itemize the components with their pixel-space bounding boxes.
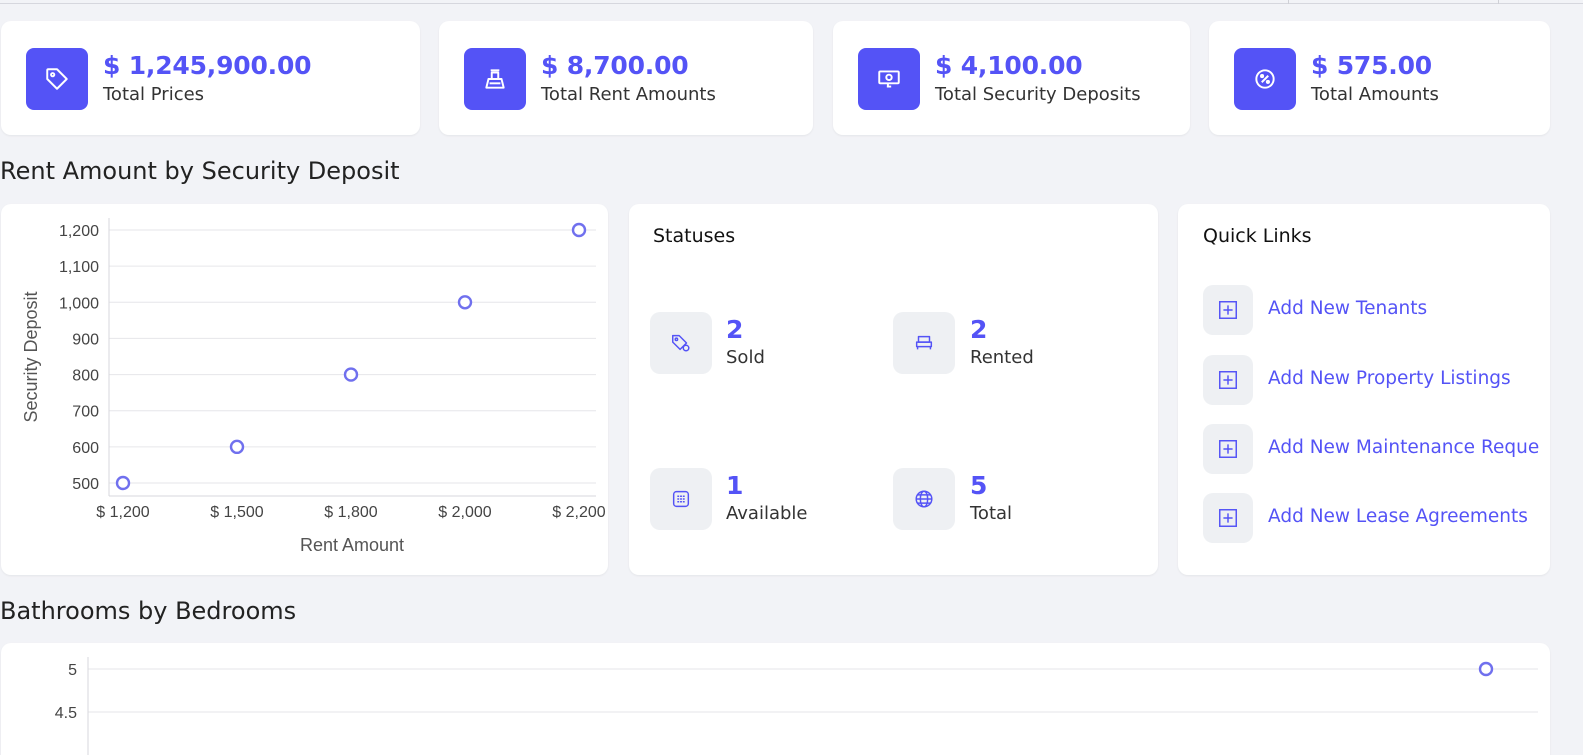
y-tick-label: 800 — [72, 368, 99, 385]
x-tick-label: $ 1,200 — [96, 504, 149, 521]
y-tick-label: 700 — [72, 404, 99, 421]
building-icon — [650, 468, 712, 530]
data-point — [229, 439, 245, 455]
y-tick-label: 5 — [68, 662, 77, 679]
bath-bed-scatter-chart: 54.5 — [55, 657, 1538, 755]
bath-bed-chart-card: 5 4.5 — [1, 643, 1550, 755]
stat-value: $ 1,245,900.00 — [103, 51, 312, 80]
stat-label: Total Rent Amounts — [541, 84, 716, 105]
quick-link-add-property-listings[interactable]: Add New Property Listings — [1268, 368, 1511, 389]
quick-links-card: Quick Links Add New Tenants Add New Prop… — [1178, 204, 1550, 575]
status-count-total: 5 — [970, 471, 988, 500]
y-tick-label: 500 — [72, 476, 99, 493]
y-tick-label: 4.5 — [55, 705, 77, 722]
stat-value: $ 4,100.00 — [935, 51, 1083, 80]
stat-value: $ 575.00 — [1311, 51, 1432, 80]
top-divider — [1288, 0, 1289, 4]
money-deposit-icon — [858, 48, 920, 110]
x-axis-label: Rent Amount — [300, 535, 404, 555]
status-label-available: Available — [726, 503, 808, 524]
top-divider — [1498, 0, 1499, 4]
status-label-total: Total — [970, 503, 1013, 524]
x-tick-label: $ 2,200 — [552, 504, 605, 521]
add-square-icon[interactable] — [1203, 355, 1253, 405]
price-tag-icon — [26, 48, 88, 110]
stat-label: Total Amounts — [1311, 84, 1439, 105]
quick-link-add-lease-agreements[interactable]: Add New Lease Agreements — [1268, 506, 1528, 527]
stat-card-total-rent: $ 8,700.00 Total Rent Amounts — [439, 21, 813, 135]
y-tick-label: 900 — [72, 331, 99, 348]
bed-icon — [893, 312, 955, 374]
percent-icon — [1234, 48, 1296, 110]
y-tick-label: 1,000 — [59, 295, 99, 312]
quick-links-title: Quick Links — [1203, 225, 1312, 247]
quick-link-add-tenants[interactable]: Add New Tenants — [1268, 298, 1427, 319]
status-label-rented: Rented — [970, 347, 1034, 368]
rent-deposit-scatter-chart: 500 600 700 800 900 1,000 1,100 1,200 $ 1,200 $ 1… — [21, 218, 606, 555]
status-label-sold: Sold — [726, 347, 765, 368]
status-count-available: 1 — [726, 471, 744, 500]
status-count-sold: 2 — [726, 315, 744, 344]
stat-label: Total Security Deposits — [935, 84, 1141, 105]
data-point — [457, 295, 473, 310]
stat-label: Total Prices — [103, 84, 205, 105]
data-point — [343, 367, 359, 382]
statuses-card: Statuses 2 Sold 2 Rented 1 Available 5 T… — [629, 204, 1158, 575]
sold-tag-icon — [650, 312, 712, 374]
stat-card-total-prices: $ 1,245,900.00 Total Prices — [1, 21, 420, 135]
globe-icon — [893, 468, 955, 530]
status-count-rented: 2 — [970, 315, 988, 344]
data-point — [115, 475, 131, 491]
stat-card-total-deposits: $ 4,100.00 Total Security Deposits — [833, 21, 1190, 135]
section-title-bath-chart: Bathrooms by Bedrooms — [0, 597, 297, 625]
y-tick-label: 1,200 — [59, 223, 99, 240]
top-border — [0, 0, 1583, 4]
rent-deposit-chart-card: 500 600 700 800 900 1,000 1,100 1,200 $ 1,200 $ 1… — [1, 204, 608, 575]
stat-value: $ 8,700.00 — [541, 51, 689, 80]
y-axis-label: Security Deposit — [21, 291, 41, 422]
x-tick-label: $ 2,000 — [438, 504, 491, 521]
add-square-icon[interactable] — [1203, 493, 1253, 543]
data-point — [571, 222, 587, 238]
quick-link-add-maintenance-requests[interactable]: Add New Maintenance Requests — [1268, 437, 1539, 458]
data-point — [1478, 661, 1494, 677]
cash-register-icon — [464, 48, 526, 110]
x-tick-label: $ 1,800 — [324, 504, 377, 521]
stat-card-total-amounts: $ 575.00 Total Amounts — [1209, 21, 1550, 135]
y-tick-label: 600 — [72, 440, 99, 457]
section-title-rent-chart: Rent Amount by Security Deposit — [0, 157, 400, 185]
y-tick-label: 1,100 — [59, 259, 99, 276]
statuses-title: Statuses — [653, 225, 736, 247]
x-tick-label: $ 1,500 — [210, 504, 263, 521]
add-square-icon[interactable] — [1203, 424, 1253, 474]
add-square-icon[interactable] — [1203, 285, 1253, 335]
